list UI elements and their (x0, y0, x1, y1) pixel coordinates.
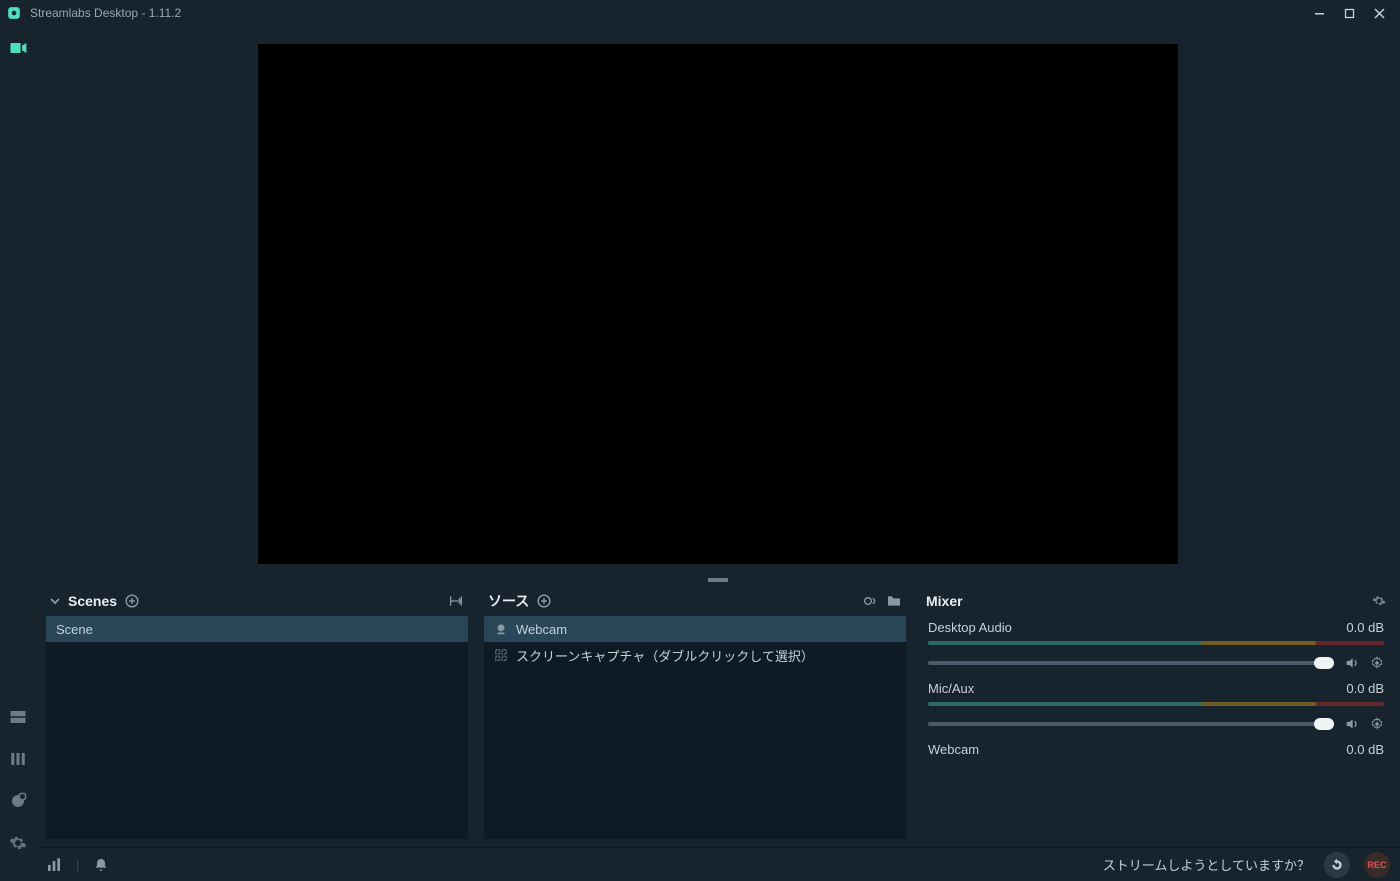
mixer-channel-name: Desktop Audio (928, 620, 1012, 635)
record-button[interactable]: REC (1364, 852, 1390, 878)
mixer-settings-button[interactable] (1372, 594, 1386, 608)
appstore-icon[interactable] (6, 789, 30, 813)
vu-meter (928, 641, 1384, 645)
mixer-channel-db: 0.0 dB (1346, 620, 1384, 635)
scenes-list: Scene (46, 616, 468, 839)
record-label: REC (1367, 860, 1386, 870)
source-item[interactable]: スクリーンキャプチャ（ダブルクリックして選択） (484, 642, 906, 668)
source-folder-icon[interactable] (886, 593, 902, 609)
editor-tab-icon[interactable] (6, 36, 30, 60)
sources-panel: ソース (480, 586, 910, 843)
undo-button[interactable] (1324, 852, 1350, 878)
panel-resize-handle[interactable] (708, 578, 728, 582)
gear-icon[interactable] (1370, 717, 1384, 731)
left-rail (0, 26, 36, 881)
scenes-panel: Scenes Scene (42, 586, 472, 843)
screen-capture-icon (494, 648, 508, 662)
mixer-channel-db: 0.0 dB (1346, 681, 1384, 696)
source-item-label: Webcam (516, 622, 567, 637)
window-minimize-button[interactable] (1304, 0, 1334, 26)
mixer-list: Desktop Audio 0.0 dB (918, 616, 1394, 843)
volume-slider[interactable] (928, 722, 1334, 726)
stream-prompt-text: ストリームしようとしていますか？ (1103, 855, 1310, 874)
scenes-title: Scenes (68, 593, 117, 609)
scene-transition-button[interactable] (448, 593, 464, 609)
add-scene-button[interactable] (125, 594, 139, 608)
slider-thumb[interactable] (1314, 718, 1334, 730)
webcam-icon (494, 622, 508, 636)
source-effects-icon[interactable] (862, 593, 878, 609)
titlebar: Streamlabs Desktop - 1.11.2 (0, 0, 1400, 26)
window-close-button[interactable] (1364, 0, 1394, 26)
scene-item[interactable]: Scene (46, 616, 468, 642)
add-source-button[interactable] (537, 594, 551, 608)
mixer-channel-db: 0.0 dB (1346, 742, 1384, 757)
app-icon (6, 5, 22, 21)
mixer-channel-name: Mic/Aux (928, 681, 974, 696)
chevron-down-icon[interactable] (50, 596, 60, 606)
slider-thumb[interactable] (1314, 657, 1334, 669)
notifications-icon[interactable] (93, 857, 109, 873)
sources-title: ソース (488, 591, 529, 611)
mixer-title: Mixer (926, 593, 963, 609)
scene-item-label: Scene (56, 622, 93, 637)
mixer-panel: Mixer Desktop Audio 0.0 dB (918, 586, 1394, 843)
preview-canvas[interactable] (258, 44, 1178, 564)
speaker-icon[interactable] (1344, 716, 1360, 732)
preview-area (36, 26, 1400, 582)
sources-list: Webcam スクリーンキャプチャ（ダブルクリックして選択） (484, 616, 906, 839)
mixer-channel-name: Webcam (928, 742, 979, 757)
window-title: Streamlabs Desktop - 1.11.2 (30, 6, 181, 20)
mixer-channel: Desktop Audio 0.0 dB (928, 620, 1384, 671)
mixer-channel: Mic/Aux 0.0 dB (928, 681, 1384, 732)
vu-meter (928, 702, 1384, 706)
source-item[interactable]: Webcam (484, 616, 906, 642)
mixer-channel: Webcam 0.0 dB (928, 742, 1384, 757)
gear-icon[interactable] (1370, 656, 1384, 670)
themes-icon[interactable] (6, 747, 30, 771)
window-maximize-button[interactable] (1334, 0, 1364, 26)
volume-slider[interactable] (928, 661, 1334, 665)
source-item-label: スクリーンキャプチャ（ダブルクリックして選択） (516, 646, 814, 665)
speaker-icon[interactable] (1344, 655, 1360, 671)
layout-icon[interactable] (6, 705, 30, 729)
settings-icon[interactable] (6, 831, 30, 855)
footer-bar: | ストリームしようとしていますか？ REC (36, 847, 1400, 881)
stats-icon[interactable] (46, 857, 62, 873)
